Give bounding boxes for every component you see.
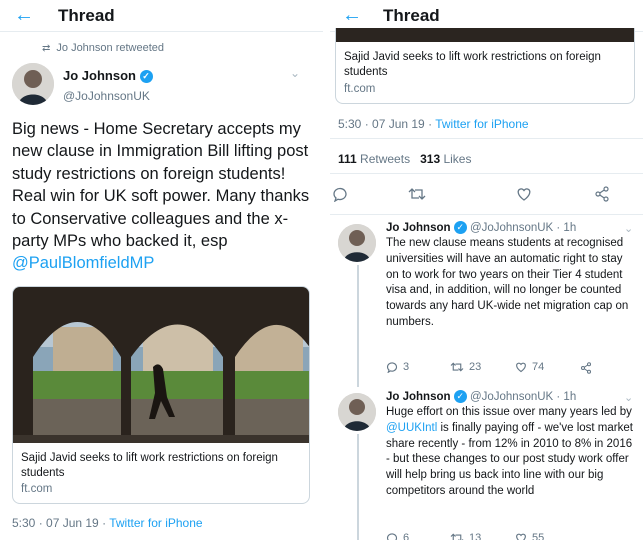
verified-badge-icon: ✓: [139, 70, 153, 83]
share-icon[interactable]: [594, 186, 610, 202]
divider: [323, 0, 330, 540]
reply-header: Jo Johnson ✓ @JoJohnsonUK · 1h: [386, 221, 576, 234]
link-card[interactable]: Sajid Javid seeks to lift work restricti…: [12, 286, 310, 504]
card-domain: ft.com: [21, 483, 53, 495]
chevron-down-icon[interactable]: ⌄: [624, 222, 633, 235]
tweet-actions: [330, 184, 643, 206]
thread-screen-right: ← Thread Sajid Javid seeks to lift work …: [330, 0, 643, 540]
like-icon[interactable]: [516, 186, 532, 202]
avatar[interactable]: [338, 224, 376, 262]
author-handle[interactable]: @JoJohnsonUK: [63, 89, 150, 103]
card-domain: ft.com: [344, 83, 376, 95]
reply-tweet[interactable]: Jo Johnson ✓ @JoJohnsonUK · 1h ⌄ Huge ef…: [330, 384, 643, 540]
card-image: [336, 28, 634, 42]
like-action[interactable]: 74: [515, 361, 544, 373]
reply-icon: [386, 533, 398, 540]
retweet-icon: [450, 533, 464, 540]
reply-tweet[interactable]: Jo Johnson ✓ @JoJohnsonUK · 1h ⌄ The new…: [330, 215, 643, 387]
arrow-left-icon[interactable]: ←: [14, 4, 34, 27]
retweet-context: ⇄ Jo Johnson retweeted: [42, 42, 165, 54]
verified-badge-icon: ✓: [453, 390, 467, 403]
avatar[interactable]: [338, 393, 376, 431]
card-title: Sajid Javid seeks to lift work restricti…: [21, 452, 278, 479]
chevron-down-icon[interactable]: ⌄: [284, 66, 306, 88]
reply-action[interactable]: 6: [386, 532, 409, 540]
author-name[interactable]: Jo Johnson ✓: [63, 68, 153, 83]
like-icon: [516, 362, 526, 373]
author-handle[interactable]: @JoJohnsonUK · 1h: [470, 391, 576, 403]
like-action[interactable]: 55: [515, 532, 544, 540]
college-courtyard-image: [13, 287, 309, 443]
page-title: Thread: [383, 6, 440, 25]
chevron-down-icon[interactable]: ⌄: [624, 391, 633, 404]
author-handle[interactable]: @JoJohnsonUK · 1h: [470, 222, 576, 234]
mention-link[interactable]: @UUKIntl: [386, 422, 437, 434]
thread-line: [357, 434, 359, 540]
header: ← Thread: [0, 0, 323, 32]
page-title: Thread: [58, 6, 115, 25]
tweet-text: Big news - Home Secretary accepts my new…: [12, 120, 310, 273]
card-title: Sajid Javid seeks to lift work restricti…: [344, 51, 601, 78]
source-link[interactable]: Twitter for iPhone: [435, 117, 528, 131]
mention-link[interactable]: @PaulBlomfieldMP: [12, 254, 154, 272]
retweet-icon[interactable]: [408, 186, 426, 202]
reply-header: Jo Johnson ✓ @JoJohnsonUK · 1h: [386, 390, 576, 403]
tweet-meta: 5:30 · 07 Jun 19 · Twitter for iPhone: [12, 516, 203, 530]
avatar[interactable]: [12, 63, 54, 105]
reply-action[interactable]: 3: [386, 361, 409, 373]
separator: [330, 138, 643, 139]
retweet-icon: ⇄: [42, 43, 51, 54]
source-link[interactable]: Twitter for iPhone: [109, 516, 202, 530]
reply-text: Huge effort on this issue over many year…: [386, 406, 633, 497]
reply-text: The new clause means students at recogni…: [386, 237, 629, 328]
thread-line: [357, 265, 359, 387]
reply-icon: [386, 362, 398, 373]
arrow-left-icon[interactable]: ←: [342, 4, 362, 27]
link-card[interactable]: Sajid Javid seeks to lift work restricti…: [335, 28, 635, 104]
retweets-stat[interactable]: 111 Retweets: [338, 152, 410, 166]
likes-stat[interactable]: 313 Likes: [420, 152, 471, 166]
card-image: [13, 287, 309, 443]
retweet-icon: [450, 362, 464, 372]
author-name[interactable]: Jo Johnson: [386, 222, 451, 234]
like-icon: [516, 533, 526, 540]
tweet-stats: 111 Retweets 313 Likes: [338, 152, 471, 166]
tweet-meta: 5:30 · 07 Jun 19 · Twitter for iPhone: [338, 117, 529, 131]
share-icon[interactable]: [580, 362, 592, 374]
reply-icon[interactable]: [332, 186, 348, 202]
verified-badge-icon: ✓: [453, 221, 467, 234]
author-name[interactable]: Jo Johnson: [386, 391, 451, 403]
retweet-action[interactable]: 13: [450, 532, 481, 540]
separator: [330, 173, 643, 174]
retweet-action[interactable]: 23: [450, 361, 481, 373]
thread-screen-left: ← Thread ⇄ Jo Johnson retweeted Jo Johnso…: [0, 0, 323, 540]
